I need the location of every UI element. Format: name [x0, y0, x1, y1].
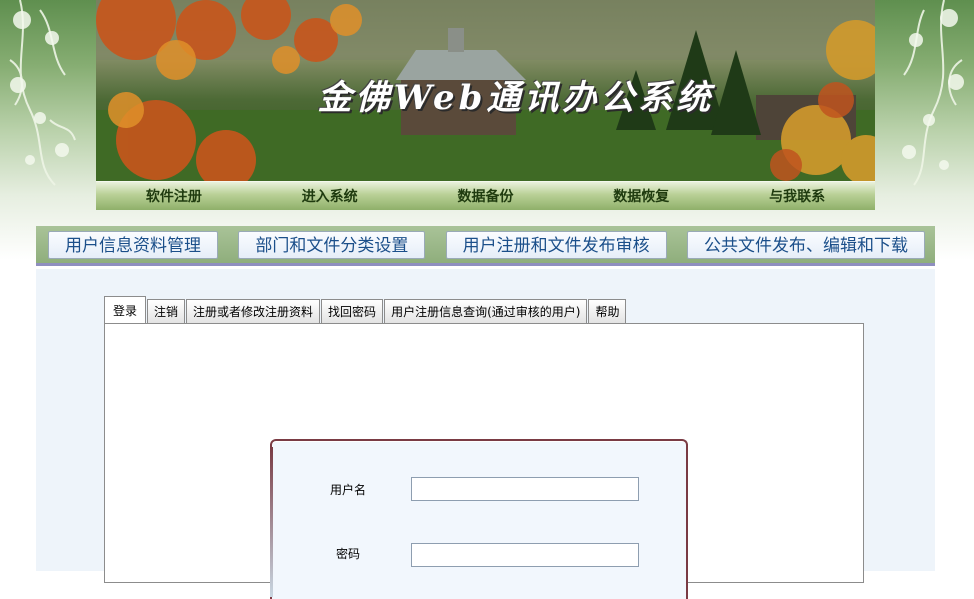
- floral-decoration-right: [874, 0, 974, 190]
- floral-decoration-left: [0, 0, 95, 190]
- tab-recover-password[interactable]: 找回密码: [321, 299, 384, 323]
- user-info-management-button[interactable]: 用户信息资料管理: [48, 230, 218, 259]
- nav-software-register[interactable]: 软件注册: [96, 186, 252, 206]
- tab-logout[interactable]: 注销: [147, 299, 186, 323]
- username-label: 用户名: [330, 483, 367, 497]
- header-banner: 金佛Web通讯办公系统: [96, 0, 875, 181]
- tab-user-query[interactable]: 用户注册信息查询(通过审核的用户): [384, 299, 588, 323]
- tab-content-login: 用户名 密码: [104, 323, 864, 599]
- main-panel: 登录 注销 注册或者修改注册资料 找回密码 用户注册信息查询(通过审核的用户) …: [36, 269, 935, 599]
- password-input[interactable]: [411, 543, 639, 567]
- department-category-settings-button[interactable]: 部门和文件分类设置: [238, 230, 426, 259]
- top-navigation: 软件注册 进入系统 数据备份 数据恢复 与我联系: [96, 181, 875, 210]
- tab-register-modify[interactable]: 注册或者修改注册资料: [186, 299, 321, 323]
- nav-contact-me[interactable]: 与我联系: [719, 186, 875, 206]
- tab-login[interactable]: 登录: [104, 296, 147, 324]
- public-file-publish-button[interactable]: 公共文件发布、编辑和下载: [686, 230, 925, 259]
- registration-publish-review-button[interactable]: 用户注册和文件发布审核: [445, 230, 667, 259]
- password-label: 密码: [336, 547, 361, 561]
- nav-enter-system[interactable]: 进入系统: [252, 186, 408, 206]
- username-input[interactable]: [411, 477, 639, 501]
- nav-data-backup[interactable]: 数据备份: [408, 186, 564, 206]
- nav-data-restore[interactable]: 数据恢复: [563, 186, 719, 206]
- app-title: 金佛Web通讯办公系统: [317, 78, 715, 118]
- login-form: 用户名 密码: [270, 439, 688, 599]
- tab-bar: 登录 注销 注册或者修改注册资料 找回密码 用户注册信息查询(通过审核的用户) …: [104, 296, 627, 324]
- tab-help[interactable]: 帮助: [588, 299, 627, 323]
- module-toolbar: 用户信息资料管理 部门和文件分类设置 用户注册和文件发布审核 公共文件发布、编辑…: [36, 226, 935, 266]
